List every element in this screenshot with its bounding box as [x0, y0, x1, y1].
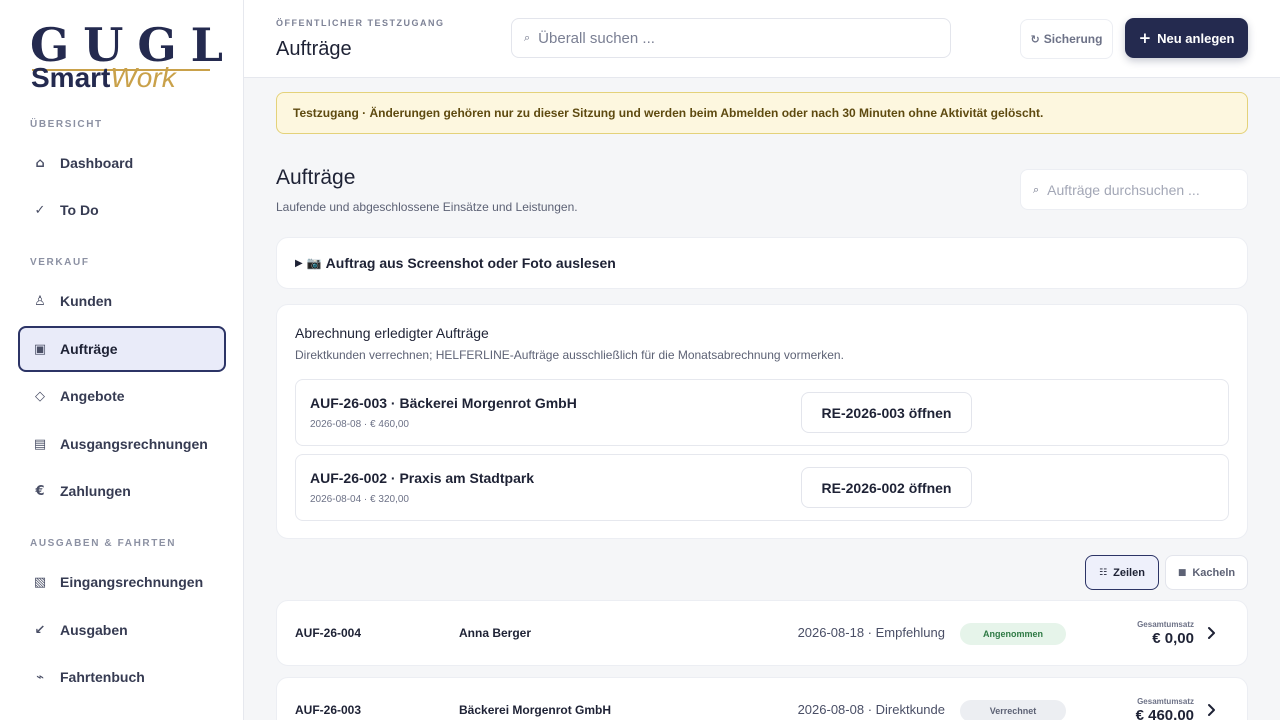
euro-icon: €	[35, 483, 45, 499]
logo-work: Work	[110, 62, 176, 93]
screenshot-import-toggle[interactable]: ▶ 📷 Auftrag aus Screenshot oder Foto aus…	[276, 237, 1248, 289]
sidebar-item-label: Eingangsrechnungen	[60, 574, 204, 590]
billing-order-meta: 2026-08-04 · € 320,00	[310, 494, 409, 505]
nav-section-expenses-trips: AUSGABEN & FAHRTEN	[30, 538, 177, 549]
billing-order-meta: 2026-08-08 · € 460,00	[310, 419, 409, 430]
sidebar-item-outgoing-invoices[interactable]: ▤ Ausgangsrechnungen	[18, 421, 226, 467]
sidebar-item-dashboard[interactable]: ⌂ Dashboard	[18, 140, 226, 186]
backup-button[interactable]: ↻ Sicherung	[1020, 19, 1113, 59]
order-total-label: Gesamtumsatz	[1137, 620, 1194, 629]
search-icon: ⌕	[1033, 182, 1040, 196]
billing-order-name: AUF-26-002 · Praxis am Stadtpark	[310, 470, 535, 486]
screenshot-import-label: Auftrag aus Screenshot oder Foto auslese…	[325, 255, 616, 271]
chevron-right-icon[interactable]	[1207, 700, 1217, 720]
home-icon: ⌂	[35, 155, 45, 171]
billing-subtitle: Direktkunden verrechnen; HELFERLINE-Auft…	[295, 348, 844, 362]
view-toggle-rows-label: Zeilen	[1113, 566, 1145, 579]
order-id: AUF-26-004	[295, 626, 362, 640]
order-id: AUF-26-003	[295, 703, 362, 717]
expand-triangle-icon: ▶	[295, 257, 303, 269]
status-badge: Angenommen	[960, 623, 1066, 645]
status-badge: Verrechnet	[960, 700, 1066, 720]
billing-order-name: AUF-26-003 · Bäckerei Morgenrot GmbH	[310, 395, 577, 411]
orders-search[interactable]: ⌕	[1020, 169, 1248, 210]
sidebar-item-label: Ausgaben	[60, 622, 128, 638]
order-date-source: 2026-08-18 · Empfehlung	[797, 625, 945, 640]
open-invoice-button[interactable]: RE-2026-002 öffnen	[801, 467, 972, 508]
view-toggle-tiles-label: Kacheln	[1192, 566, 1236, 579]
sidebar-item-payments[interactable]: € Zahlungen	[18, 468, 226, 514]
page-title: Aufträge	[276, 38, 352, 60]
plus-icon: +	[1138, 29, 1152, 47]
logo-smart: Smart	[31, 62, 111, 93]
order-row[interactable]: AUF-26-004 Anna Berger 2026-08-18 · Empf…	[276, 600, 1248, 666]
order-total: € 460,00	[1135, 707, 1194, 720]
route-icon: ⌁	[36, 669, 44, 685]
global-search-input[interactable]	[538, 29, 919, 47]
sidebar-item-orders[interactable]: ▣ Aufträge	[18, 326, 226, 372]
logo-subline: SmartWork	[31, 62, 176, 94]
order-date-source: 2026-08-08 · Direktkunde	[797, 702, 945, 717]
create-new-button[interactable]: + Neu anlegen	[1125, 18, 1248, 58]
test-access-banner: Testzugang · Änderungen gehören nur zu d…	[276, 92, 1248, 134]
section-subtitle: Laufende und abgeschlossene Einsätze und…	[276, 200, 578, 214]
order-total: € 0,00	[1152, 630, 1194, 647]
arrow-down-left-icon: ↙	[34, 622, 46, 638]
gugl-smartwork-logo[interactable]: GUGL SmartWork	[30, 22, 223, 94]
sidebar-item-quotes[interactable]: ◇ Angebote	[18, 373, 226, 419]
orders-icon: ▣	[33, 341, 47, 357]
access-mode-label: ÖFFENTLICHER TESTZUGANG	[276, 18, 445, 28]
section-title: Aufträge	[276, 166, 356, 189]
nav-section-overview: ÜBERSICHT	[30, 119, 103, 130]
tiles-icon: ■	[1177, 567, 1187, 578]
global-search[interactable]: ⌕	[511, 18, 951, 58]
sidebar-item-label: Dashboard	[60, 155, 134, 171]
sidebar-item-label: Fahrtenbuch	[60, 669, 145, 685]
nav-section-sales: VERKAUF	[30, 257, 90, 268]
camera-icon: 📷	[306, 256, 322, 270]
sidebar-item-todo[interactable]: ✓ To Do	[18, 187, 226, 233]
diamond-icon: ◇	[35, 388, 45, 404]
sidebar: GUGL SmartWork ÜBERSICHT ⌂ Dashboard ✓ T…	[0, 0, 244, 720]
order-total-label: Gesamtumsatz	[1137, 697, 1194, 706]
view-toggle-tiles[interactable]: ■ Kacheln	[1165, 555, 1248, 590]
incoming-invoice-icon: ▧	[33, 574, 47, 590]
sidebar-item-label: Zahlungen	[60, 483, 131, 499]
create-new-button-label: Neu anlegen	[1157, 30, 1235, 46]
sidebar-item-label: Aufträge	[60, 341, 118, 357]
sidebar-item-logbook[interactable]: ⌁ Fahrtenbuch	[18, 654, 226, 700]
billing-row: AUF-26-002 · Praxis am Stadtpark 2026-08…	[295, 454, 1229, 521]
billing-row: AUF-26-003 · Bäckerei Morgenrot GmbH 202…	[295, 379, 1229, 446]
open-invoice-button[interactable]: RE-2026-003 öffnen	[801, 392, 972, 433]
backup-button-label: Sicherung	[1043, 32, 1103, 46]
sidebar-item-label: Angebote	[60, 388, 125, 404]
billing-title: Abrechnung erledigter Aufträge	[295, 325, 489, 341]
chevron-right-icon[interactable]	[1207, 623, 1217, 643]
orders-search-input[interactable]	[1047, 181, 1238, 198]
order-row[interactable]: AUF-26-003 Bäckerei Morgenrot GmbH 2026-…	[276, 677, 1248, 720]
check-icon: ✓	[34, 202, 46, 218]
person-icon: ♙	[34, 293, 46, 309]
search-icon: ⌕	[524, 31, 531, 44]
sidebar-item-label: Kunden	[60, 293, 113, 309]
order-customer: Anna Berger	[459, 626, 532, 640]
sidebar-item-customers[interactable]: ♙ Kunden	[18, 278, 226, 324]
view-toggle-rows[interactable]: ☷ Zeilen	[1085, 555, 1159, 590]
rows-icon: ☷	[1099, 567, 1108, 578]
invoice-icon: ▤	[33, 436, 47, 452]
sidebar-item-label: To Do	[60, 202, 99, 218]
sidebar-item-expenses[interactable]: ↙ Ausgaben	[18, 607, 226, 653]
sidebar-item-label: Ausgangsrechnungen	[60, 436, 208, 452]
billing-card: Abrechnung erledigter Aufträge Direktkun…	[276, 304, 1248, 539]
order-customer: Bäckerei Morgenrot GmbH	[459, 703, 612, 717]
top-bar: ÖFFENTLICHER TESTZUGANG Aufträge ⌕ ↻ Sic…	[244, 0, 1280, 78]
sidebar-item-incoming-invoices[interactable]: ▧ Eingangsrechnungen	[18, 559, 226, 605]
refresh-icon: ↻	[1030, 32, 1040, 46]
